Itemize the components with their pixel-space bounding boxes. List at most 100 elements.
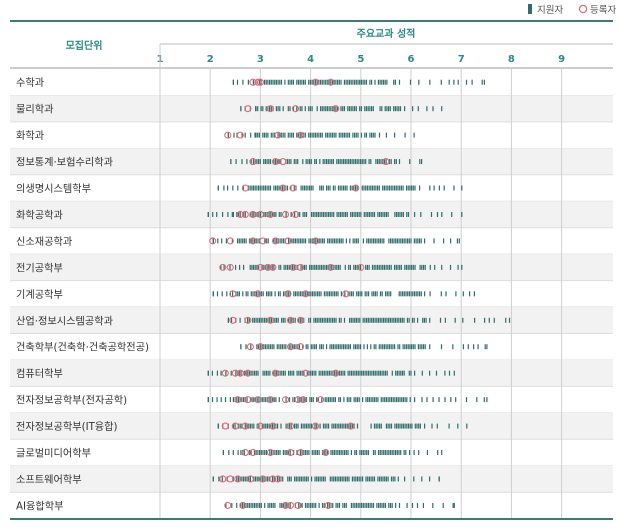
applicant-tick bbox=[237, 397, 240, 403]
row-marks bbox=[224, 131, 415, 139]
applicant-tick bbox=[370, 423, 372, 429]
applicant-tick bbox=[251, 423, 253, 429]
applicant-tick bbox=[282, 238, 285, 244]
applicant-tick bbox=[390, 238, 392, 244]
applicant-tick bbox=[269, 291, 271, 297]
applicant-tick bbox=[270, 397, 272, 403]
applicant-tick bbox=[433, 185, 435, 191]
applicant-tick bbox=[371, 132, 373, 138]
applicant-tick bbox=[297, 159, 299, 165]
x-tick-label: 2 bbox=[207, 54, 214, 65]
applicant-tick bbox=[297, 79, 300, 85]
applicant-tick bbox=[250, 344, 252, 350]
applicant-tick bbox=[305, 264, 307, 270]
applicant-tick bbox=[290, 159, 292, 165]
applicant-tick bbox=[253, 317, 255, 323]
applicant-tick bbox=[369, 317, 371, 323]
applicant-tick bbox=[486, 397, 488, 403]
applicant-tick bbox=[255, 106, 257, 112]
applicant-tick bbox=[326, 211, 328, 217]
applicant-tick bbox=[398, 502, 401, 508]
applicant-tick bbox=[469, 291, 471, 297]
applicant-tick bbox=[325, 291, 327, 297]
applicant-tick bbox=[274, 502, 276, 508]
applicant-tick bbox=[380, 397, 382, 403]
applicant-tick bbox=[232, 291, 234, 297]
applicant-tick bbox=[381, 370, 383, 376]
applicant-tick bbox=[270, 132, 272, 138]
applicant-tick bbox=[365, 185, 367, 191]
applicant-tick bbox=[412, 291, 414, 297]
applicant-tick bbox=[364, 317, 366, 323]
applicant-tick bbox=[300, 264, 302, 270]
applicant-tick bbox=[421, 397, 423, 403]
applicant-tick bbox=[258, 397, 260, 403]
applicant-tick bbox=[356, 291, 358, 297]
applicant-tick bbox=[305, 344, 307, 350]
applicant-tick bbox=[277, 317, 279, 323]
applicant-tick bbox=[374, 132, 376, 138]
applicant-tick bbox=[339, 211, 342, 217]
applicant-tick bbox=[260, 450, 262, 456]
applicant-tick bbox=[338, 317, 340, 323]
applicant-tick bbox=[364, 450, 366, 456]
applicant-tick bbox=[376, 238, 378, 244]
applicant-tick bbox=[317, 476, 319, 482]
applicant-tick bbox=[232, 79, 234, 85]
applicant-tick bbox=[339, 185, 341, 191]
applicant-tick bbox=[444, 370, 446, 376]
applicant-tick bbox=[264, 317, 266, 323]
applicant-tick bbox=[382, 397, 384, 403]
applicant-tick bbox=[212, 238, 214, 244]
applicant-tick bbox=[280, 344, 282, 350]
applicant-tick bbox=[340, 450, 342, 456]
applicant-tick bbox=[269, 106, 271, 112]
applicant-tick bbox=[350, 106, 352, 112]
applicant-tick bbox=[316, 132, 318, 138]
applicant-tick bbox=[319, 159, 321, 165]
applicant-tick bbox=[362, 502, 364, 508]
applicant-tick bbox=[221, 238, 223, 244]
applicant-tick bbox=[349, 344, 351, 350]
applicant-tick bbox=[429, 185, 431, 191]
applicant-tick bbox=[406, 397, 408, 403]
applicant-tick bbox=[289, 370, 291, 376]
applicant-tick bbox=[356, 344, 358, 350]
applicant-tick bbox=[314, 79, 317, 85]
applicant-tick bbox=[397, 397, 399, 403]
applicant-tick bbox=[345, 502, 347, 508]
applicant-tick bbox=[334, 185, 336, 191]
applicant-tick bbox=[211, 370, 213, 376]
applicant-tick bbox=[381, 291, 383, 297]
applicant-tick bbox=[403, 238, 405, 244]
applicant-tick bbox=[311, 397, 313, 403]
applicant-tick bbox=[337, 238, 339, 244]
applicant-tick bbox=[253, 211, 255, 217]
applicant-tick bbox=[226, 291, 228, 297]
applicant-tick bbox=[269, 79, 271, 85]
applicant-tick bbox=[508, 317, 511, 323]
applicant-tick bbox=[361, 159, 363, 165]
applicant-tick bbox=[389, 450, 392, 456]
applicant-tick bbox=[379, 502, 381, 508]
applicant-tick bbox=[369, 238, 371, 244]
applicant-tick bbox=[339, 238, 341, 244]
applicant-tick bbox=[374, 450, 376, 456]
applicant-tick bbox=[252, 291, 254, 297]
applicant-tick bbox=[253, 423, 255, 429]
applicant-tick bbox=[313, 370, 315, 376]
legend-registrant-label: 등록자 bbox=[590, 5, 616, 16]
applicant-tick bbox=[403, 370, 405, 376]
applicant-tick bbox=[332, 185, 334, 191]
applicant-tick bbox=[266, 291, 268, 297]
applicant-tick bbox=[395, 238, 397, 244]
applicant-tick bbox=[260, 211, 262, 217]
applicant-tick bbox=[394, 264, 396, 270]
applicant-tick bbox=[375, 397, 377, 403]
applicant-tick bbox=[378, 185, 380, 191]
applicant-tick bbox=[379, 450, 381, 456]
applicant-tick bbox=[453, 370, 455, 376]
applicant-tick bbox=[462, 291, 464, 297]
applicant-tick bbox=[331, 211, 333, 217]
applicant-tick bbox=[252, 238, 254, 244]
